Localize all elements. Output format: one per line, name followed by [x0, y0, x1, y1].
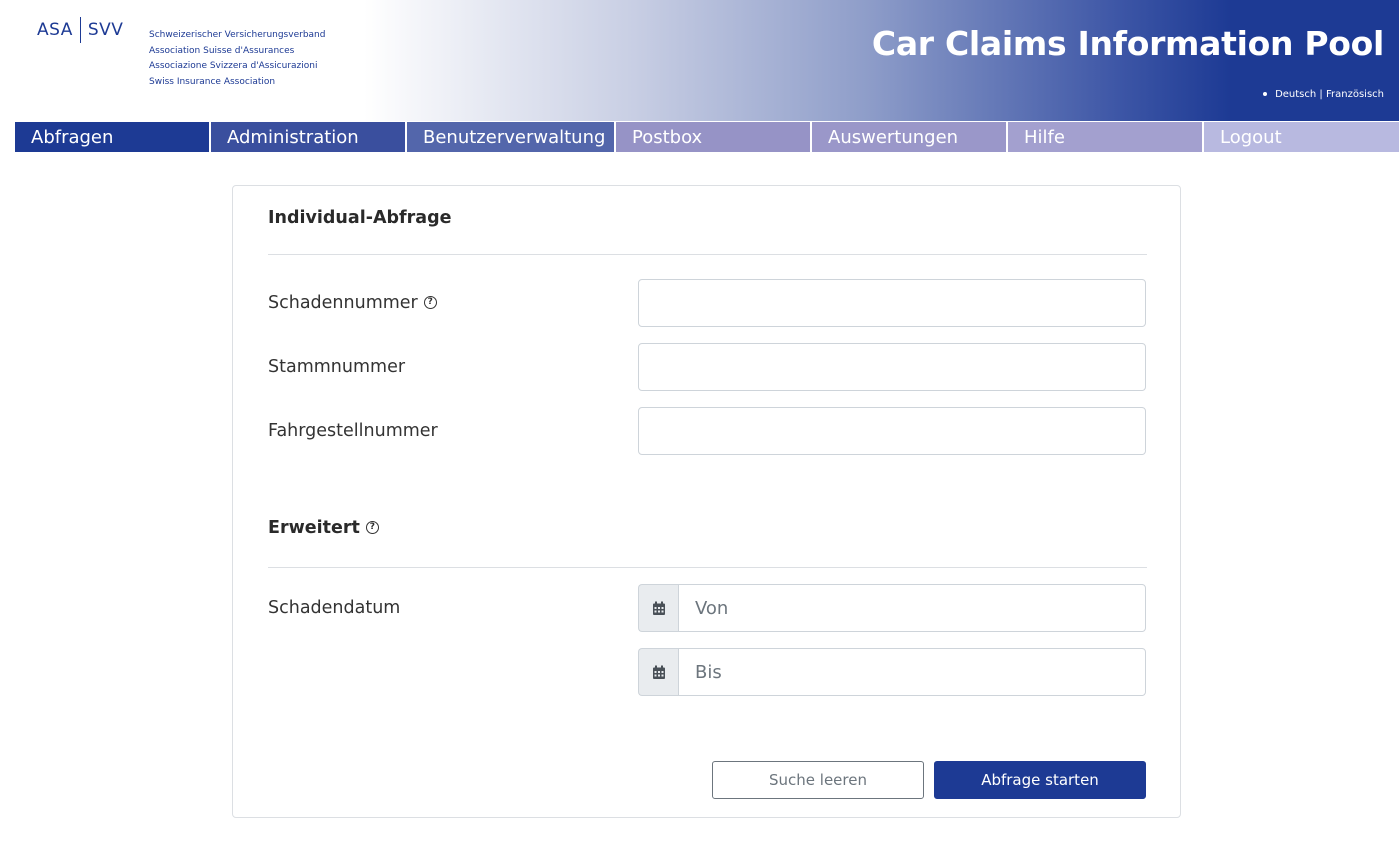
app-title: Car Claims Information Pool [871, 24, 1384, 63]
section-title-erweitert: Erweitert? [268, 518, 379, 538]
section-title-erweitert-text: Erweitert [268, 518, 360, 538]
divider [268, 254, 1147, 255]
language-switcher: Deutsch | Französisch [1263, 89, 1384, 100]
nav-item-benutzerverwaltung[interactable]: Benutzerverwaltung [407, 122, 616, 152]
nav-item-hilfe[interactable]: Hilfe [1008, 122, 1204, 152]
nav-item-administration[interactable]: Administration [211, 122, 407, 152]
label-stammnummer: Stammnummer [268, 357, 406, 377]
bullet-icon [1263, 92, 1268, 96]
logo-separator [79, 17, 81, 43]
calendar-icon[interactable] [638, 648, 678, 696]
start-query-button[interactable]: Abfrage starten [934, 761, 1146, 799]
lang-franzoesisch[interactable]: Französisch [1326, 89, 1384, 100]
main-nav: Abfragen Administration Benutzerverwaltu… [15, 122, 1399, 152]
label-schadendatum: Schadendatum [268, 598, 401, 618]
logo-mark: ASA SVV [37, 17, 124, 43]
help-icon[interactable]: ? [365, 520, 379, 534]
nav-item-abfragen[interactable]: Abfragen [15, 122, 211, 152]
nav-item-postbox[interactable]: Postbox [616, 122, 812, 152]
divider [268, 567, 1147, 568]
logo-svv: SVV [87, 20, 124, 40]
fahrgestellnummer-input[interactable] [638, 407, 1146, 455]
calendar-icon[interactable] [638, 584, 678, 632]
schadennummer-input[interactable] [638, 279, 1146, 327]
stammnummer-input[interactable] [638, 343, 1146, 391]
lang-separator: | [1319, 89, 1323, 100]
label-schadennummer-text: Schadennummer [268, 293, 418, 313]
clear-search-button[interactable]: Suche leeren [712, 761, 924, 799]
org-names: Schweizerischer Versicherungsverband Ass… [149, 28, 369, 90]
lang-deutsch[interactable]: Deutsch [1275, 89, 1316, 100]
org-name-en: Swiss Insurance Association [149, 76, 276, 87]
org-name-de: Schweizerischer Versicherungsverband [149, 30, 326, 40]
app-header: ASA SVV Schweizerischer Versicherungsver… [0, 0, 1399, 121]
date-to-group [638, 648, 1146, 696]
org-name-fr: Association Suisse d'Assurances [149, 45, 295, 56]
label-fahrgestellnummer: Fahrgestellnummer [268, 421, 438, 441]
date-from-group [638, 584, 1146, 632]
label-schadennummer: Schadennummer? [268, 293, 437, 313]
nav-item-auswertungen[interactable]: Auswertungen [812, 122, 1008, 152]
org-name-it: Associazione Svizzera d'Assicurazioni [149, 61, 318, 71]
help-icon[interactable]: ? [423, 295, 437, 309]
nav-item-logout[interactable]: Logout [1204, 122, 1399, 152]
date-to-input[interactable] [678, 648, 1146, 696]
section-title-individual: Individual-Abfrage [268, 208, 452, 228]
asa-svv-logo: ASA SVV Schweizerischer Versicherungsver… [37, 17, 325, 87]
logo-asa: ASA [37, 20, 73, 40]
date-from-input[interactable] [678, 584, 1146, 632]
query-card: Individual-Abfrage Schadennummer? Stammn… [232, 185, 1181, 818]
